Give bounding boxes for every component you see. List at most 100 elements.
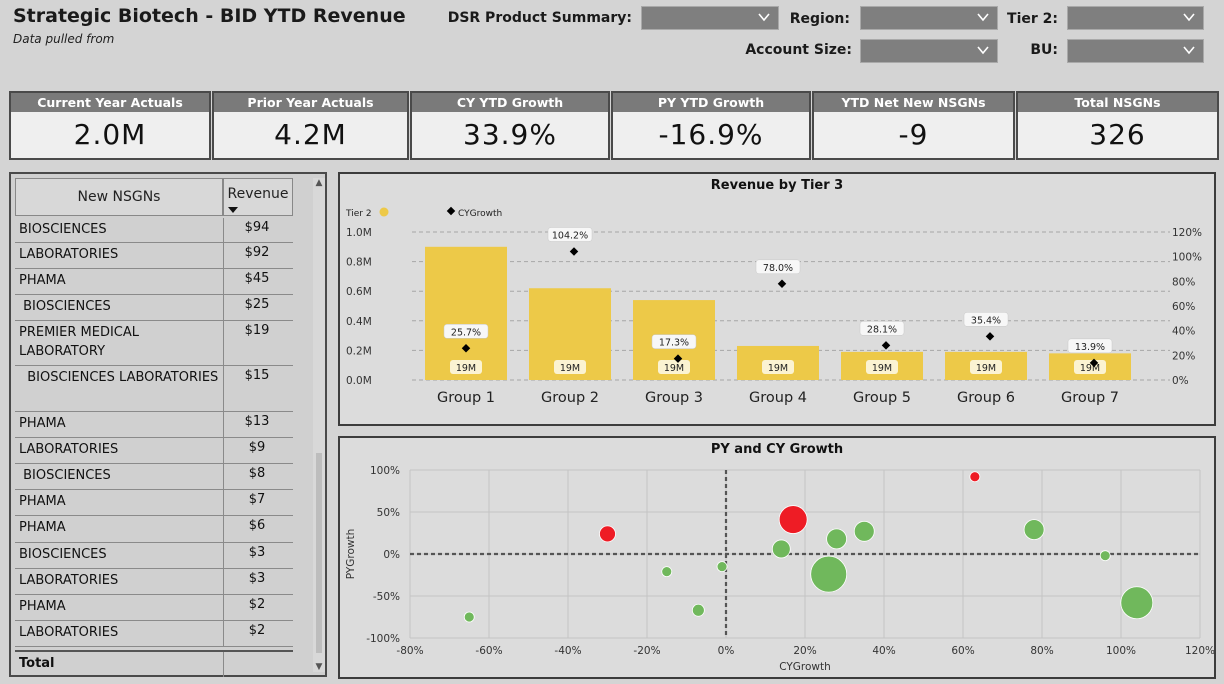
scatter-point	[661, 566, 673, 578]
nsgn-name: BIOSCIENCES	[19, 547, 107, 562]
revenue-value: $3	[248, 571, 266, 586]
table-row[interactable]: BIOSCIENCES LABORATORIES $15	[15, 366, 293, 412]
revenue-value: $45	[244, 271, 270, 286]
nsgn-name: PHAMA	[19, 599, 66, 614]
bar-data-label: 19M	[560, 363, 580, 374]
x-tick-label: 20%	[793, 645, 816, 657]
legend-swatch	[379, 207, 389, 217]
table-scrollbar[interactable]: ▲ ▼	[313, 178, 325, 672]
kpi-label: YTD Net New NSGNs	[814, 93, 1013, 112]
x-tick-label: Group 2	[541, 390, 599, 406]
column-header-revenue[interactable]: Revenue	[223, 178, 293, 216]
x-tick-label: -20%	[633, 645, 660, 657]
table-row[interactable]: BIOSCIENCES $94	[15, 218, 293, 243]
nsgn-revenue-table: New NSGNs Revenue BIOSCIENCES $94 LABORATO…	[9, 172, 327, 677]
x-tick-label: 120%	[1185, 645, 1214, 657]
revenue-value: $13	[244, 414, 270, 429]
nsgn-name: PHAMA	[19, 494, 66, 509]
kpi-label: Total NSGNs	[1018, 93, 1217, 112]
x-tick-label: Group 3	[645, 390, 703, 406]
y2-tick-label: 20%	[1172, 350, 1195, 362]
growth-marker	[985, 332, 995, 341]
table-row[interactable]: LABORATORIES $9	[15, 438, 293, 464]
scatter-point	[771, 539, 791, 559]
nsgn-name: BIOSCIENCES LABORATORIES	[19, 370, 219, 385]
revenue-value: $8	[248, 466, 266, 481]
kpi-card-total-nsgns: Total NSGNs 326	[1016, 91, 1219, 160]
revenue-value: $19	[244, 323, 270, 338]
tier2-filter-label: Tier 2:	[1007, 11, 1058, 27]
growth-label: 104.2%	[552, 230, 588, 241]
kpi-value: -16.9%	[658, 118, 764, 151]
growth-label: 28.1%	[867, 324, 897, 335]
table-row[interactable]: PREMIER MEDICAL LABORATORY $19	[15, 321, 293, 366]
bu-dropdown[interactable]	[1067, 39, 1204, 63]
chevron-down-icon	[1183, 46, 1195, 55]
kpi-value: 326	[1089, 118, 1146, 151]
x-tick-label: Group 4	[749, 390, 807, 406]
table-row[interactable]: BIOSCIENCES $8	[15, 464, 293, 490]
table-row[interactable]: LABORATORIES $2	[15, 621, 293, 647]
tier2-dropdown[interactable]	[1067, 6, 1204, 30]
column-header-new-nsgns[interactable]: New NSGNs	[15, 178, 223, 216]
growth-marker	[569, 247, 579, 256]
y2-tick-label: 80%	[1172, 276, 1195, 288]
dsr-filter-label: DSR Product Summary:	[447, 10, 632, 26]
x-tick-label: 60%	[951, 645, 974, 657]
column-divider	[223, 652, 224, 677]
bu-filter-label: BU:	[1030, 42, 1058, 58]
scatter-point	[1120, 586, 1154, 620]
table-row[interactable]: BIOSCIENCES $25	[15, 295, 293, 321]
nsgn-name: PHAMA	[19, 416, 66, 431]
nsgn-name: LABORATORIES	[19, 573, 119, 588]
scrollbar-thumb[interactable]	[316, 453, 322, 653]
growth-label: 35.4%	[971, 315, 1001, 326]
chevron-down-icon	[977, 46, 989, 55]
nsgn-name: BIOSCIENCES	[19, 468, 111, 483]
y-tick-label: 0%	[383, 549, 400, 561]
scatter-point	[716, 561, 728, 573]
scroll-up-icon[interactable]: ▲	[313, 178, 325, 188]
bar-data-label: 19M	[872, 363, 892, 374]
kpi-value: 33.9%	[463, 118, 557, 151]
table-row[interactable]: PHAMA $7	[15, 490, 293, 516]
scatter-point	[1023, 519, 1045, 541]
legend-label: CYGrowth	[458, 209, 502, 219]
scatter-point	[463, 611, 475, 623]
scroll-down-icon[interactable]: ▼	[313, 662, 325, 672]
scatter-point	[969, 471, 981, 483]
x-tick-label: 100%	[1106, 645, 1136, 657]
table-row[interactable]: BIOSCIENCES $3	[15, 543, 293, 569]
nsgn-name: LABORATORIES	[19, 247, 119, 262]
y2-tick-label: 0%	[1172, 375, 1189, 387]
x-tick-label: 0%	[718, 645, 735, 657]
table-row[interactable]: LABORATORIES $92	[15, 243, 293, 269]
revenue-by-tier3-chart: Revenue by Tier 3 Tier 2 CYGrowth 0.0M 0.2M…	[338, 172, 1216, 426]
x-tick-label: -80%	[396, 645, 423, 657]
scatter-point	[599, 525, 616, 543]
kpi-card-prior-year: Prior Year Actuals 4.2M	[212, 91, 409, 160]
bar-data-label: 19M	[664, 363, 684, 374]
chevron-down-icon	[1183, 13, 1195, 22]
table-row[interactable]: PHAMA $45	[15, 269, 293, 295]
table-row[interactable]: PHAMA $6	[15, 516, 293, 543]
scatter-point	[853, 520, 875, 542]
y-tick-label: -100%	[366, 633, 400, 645]
table-row[interactable]: LABORATORIES $3	[15, 569, 293, 595]
chevron-down-icon	[977, 13, 989, 22]
x-tick-label: Group 1	[437, 390, 495, 406]
dsr-product-dropdown[interactable]	[641, 6, 779, 30]
table-row[interactable]: PHAMA $13	[15, 412, 293, 438]
x-tick-label: Group 5	[853, 390, 911, 406]
revenue-value: $3	[248, 545, 266, 560]
revenue-value: $92	[244, 245, 270, 260]
table-row[interactable]: PHAMA $2	[15, 595, 293, 621]
bar-chart-svg: Tier 2 CYGrowth 0.0M 0.2M 0.4M 0.6M 0.8M 1.0M 0%…	[345, 206, 1202, 406]
kpi-value: -9	[898, 118, 929, 151]
account-size-dropdown[interactable]	[860, 39, 998, 63]
growth-label: 78.0%	[763, 263, 793, 274]
py-cy-growth-chart: PY and CY Growth -80% -60% -40% -20% 0% 20% 40…	[338, 436, 1216, 679]
y-tick-label: 100%	[370, 465, 400, 477]
kpi-label: CY YTD Growth	[412, 93, 608, 112]
region-dropdown[interactable]	[860, 6, 998, 30]
